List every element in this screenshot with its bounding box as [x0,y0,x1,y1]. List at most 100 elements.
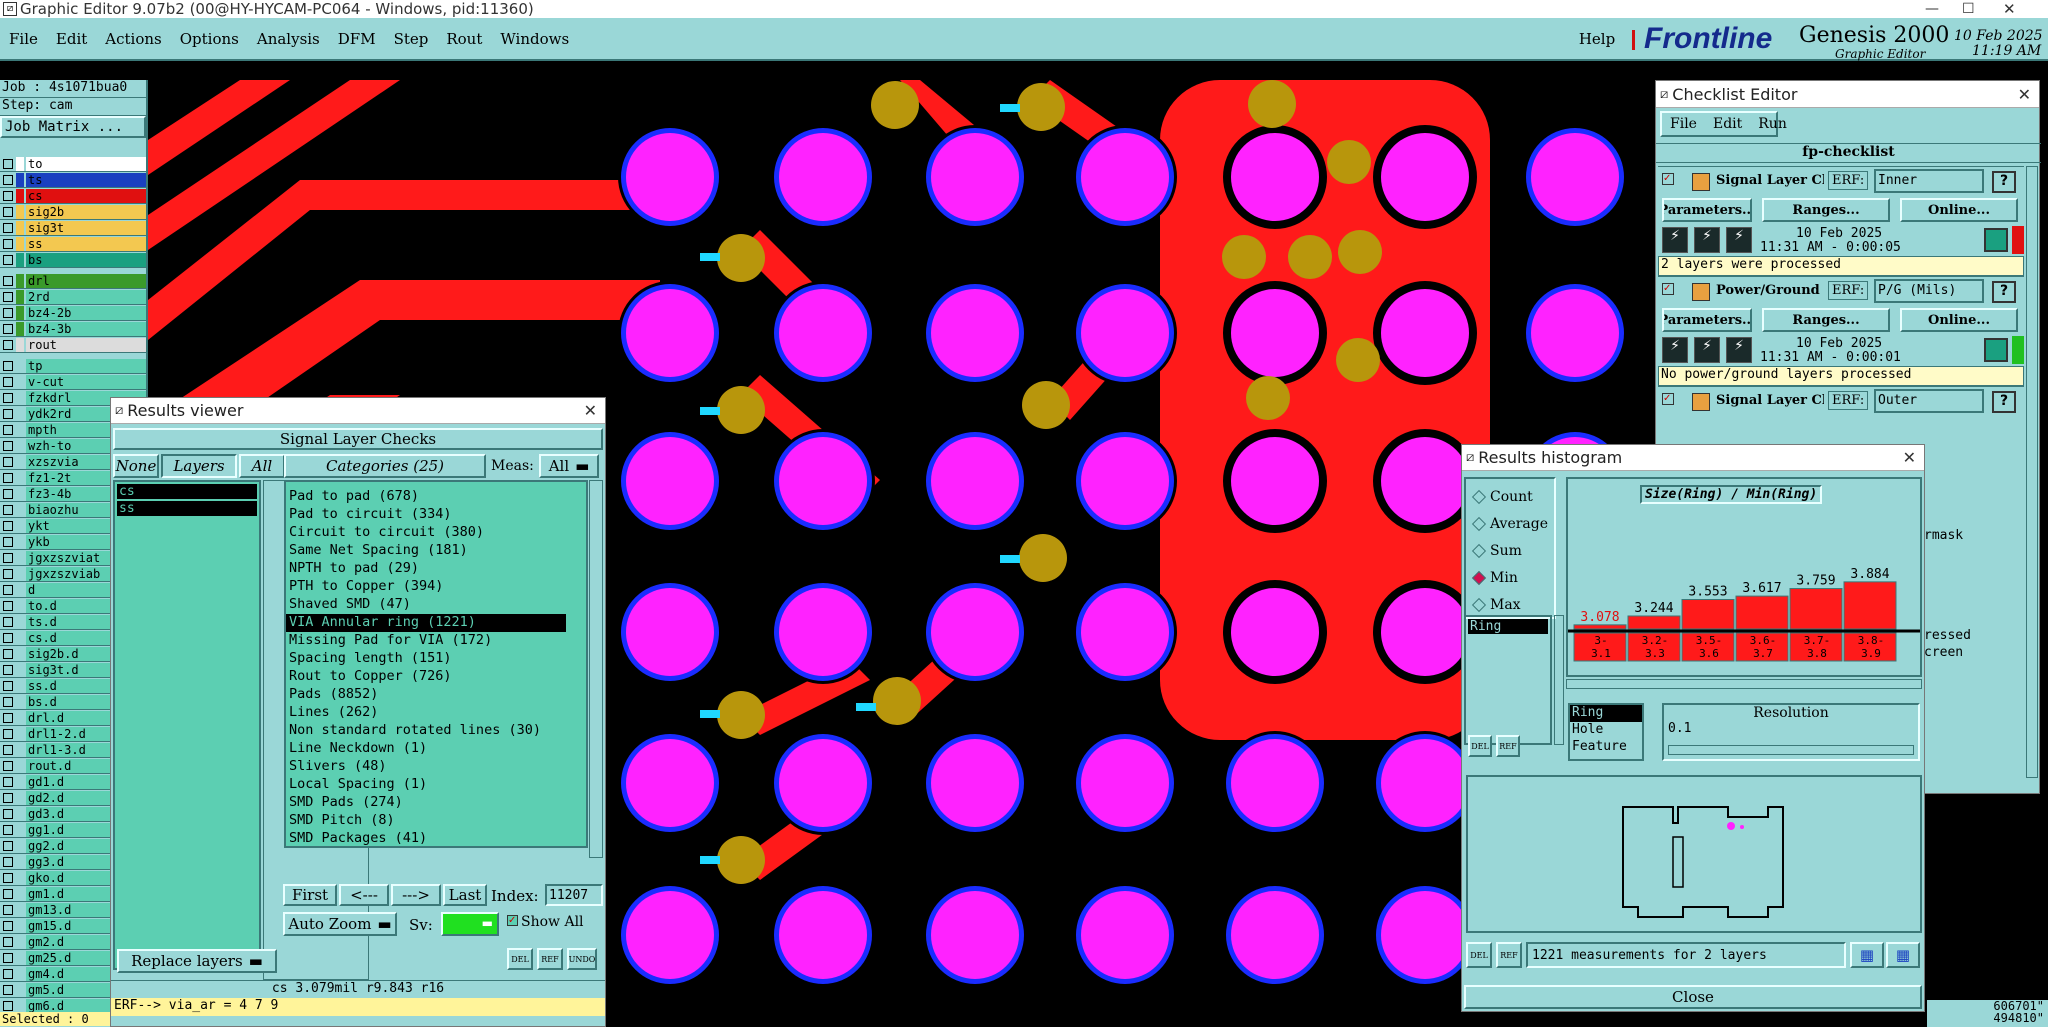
zoom-icon[interactable] [1984,228,2008,252]
graph-icon[interactable]: ▦ [1886,942,1920,968]
category-item[interactable]: SMD Packages (41) [286,830,586,846]
checklist-menu-run[interactable]: Run [1750,116,1795,132]
sv-color-select[interactable]: ▬ [441,912,499,936]
layer-row[interactable]: bz4-2b [0,305,146,321]
category-item[interactable]: Rout to Copper (726) [286,668,586,686]
measure-item[interactable]: Ring [1468,619,1548,634]
layer-checkbox[interactable] [3,254,13,265]
layer-checkbox[interactable] [3,792,13,803]
minimize-button[interactable]: — [1925,1,1939,17]
checklist-item[interactable]: ✓ Signal Layer Ch ERF: Outer? [1658,386,2024,416]
layer-checkbox[interactable] [3,488,13,499]
run-icon[interactable]: ⚡ [1726,337,1752,363]
histogram-bar[interactable] [1843,581,1897,630]
parameters-button[interactable]: Parameters... [1662,198,1752,222]
all-button[interactable]: All [239,454,285,478]
checklist-item[interactable]: ✓ Power/Ground C ERF: P/G (Mils)? [1658,276,2024,306]
layer-checkbox[interactable] [3,520,13,531]
layer-checkbox[interactable] [3,728,13,739]
categories-scrollbar[interactable] [589,480,603,858]
layer-checkbox[interactable] [3,920,13,931]
mode-average-radio[interactable]: Average [1468,510,1552,537]
hist-ref-button-2[interactable]: REF [1496,942,1522,968]
layer-checkbox[interactable] [3,968,13,979]
layer-checkbox[interactable] [3,1000,13,1011]
checklist-menu-edit[interactable]: Edit [1705,116,1750,132]
online-button[interactable]: Online... [1900,308,2018,332]
erf-value[interactable]: P/G (Mils) [1874,279,1984,303]
menu-actions[interactable]: Actions [96,30,170,48]
category-item[interactable]: SMD Pads (274) [286,794,586,812]
histogram-bar[interactable] [1681,599,1735,630]
close-button[interactable]: ✕ [2003,0,2016,18]
mode-max-radio[interactable]: Max [1468,591,1552,618]
menu-help[interactable]: Help [1572,27,1622,51]
menu-options[interactable]: Options [171,30,248,48]
layer-row[interactable]: sig3t [0,220,146,236]
menu-step[interactable]: Step [385,30,438,48]
layer-checkbox[interactable] [3,568,13,579]
layer-checkbox[interactable] [3,696,13,707]
menu-file[interactable]: File [0,30,47,48]
layer-checkbox[interactable] [3,584,13,595]
menu-windows[interactable]: Windows [491,30,578,48]
layer-checkbox[interactable] [3,616,13,627]
category-item[interactable]: Lines (262) [286,704,586,722]
layer-checkbox[interactable] [3,323,13,334]
attribute-list[interactable]: Ring Hole Feature [1568,703,1644,761]
category-item[interactable]: Line Neckdown (1) [286,740,586,758]
layer-checkbox[interactable] [3,888,13,899]
category-item[interactable]: Circuit to circuit (380) [286,524,586,542]
category-item[interactable]: Pads (8852) [286,686,586,704]
prev-button[interactable]: <--- [339,884,389,906]
layer-checkbox[interactable] [3,776,13,787]
next-button[interactable]: ---> [391,884,441,906]
job-matrix-button[interactable]: Job Matrix ... [0,116,146,138]
run-icon[interactable]: ⚡ [1662,227,1688,253]
menu-dfm[interactable]: DFM [329,30,385,48]
mode-count-radio[interactable]: Count [1468,483,1552,510]
mode-min-radio[interactable]: Min [1468,564,1552,591]
menu-rout[interactable]: Rout [437,30,491,48]
help-button[interactable]: ? [1992,281,2016,303]
layer-checkbox[interactable] [3,456,13,467]
layer-checkbox[interactable] [3,648,13,659]
maximize-button[interactable]: ☐ [1962,1,1975,17]
category-item[interactable]: Pad to pad (678) [286,488,586,506]
help-button[interactable]: ? [1992,391,2016,413]
layer-checkbox[interactable] [3,536,13,547]
histogram-close-icon[interactable]: ✕ [1903,448,1916,467]
layer-checkbox[interactable] [3,744,13,755]
layer-checkbox[interactable] [3,472,13,483]
layer-row[interactable]: to [0,156,146,172]
item-checkbox[interactable]: ✓ [1662,393,1674,405]
category-item[interactable]: NPTH to pad (29) [286,560,586,578]
layer-row[interactable]: sig2b [0,204,146,220]
meas-select[interactable]: All ▬ [539,454,599,478]
del-button[interactable]: DEL [507,948,533,970]
run-icon[interactable]: ⚡ [1662,337,1688,363]
item-checkbox[interactable]: ✓ [1662,173,1674,185]
layer-checkbox[interactable] [3,440,13,451]
layer-checkbox[interactable] [3,808,13,819]
layer-checkbox[interactable] [3,291,13,302]
layer-checkbox[interactable] [3,339,13,350]
layer-checkbox[interactable] [3,206,13,217]
category-item[interactable]: Slivers (48) [286,758,586,776]
layer-checkbox[interactable] [3,760,13,771]
layer-checkbox[interactable] [3,872,13,883]
layer-checkbox[interactable] [3,600,13,611]
category-item[interactable]: Shaved SMD (47) [286,596,586,614]
attribute-item[interactable]: Feature [1570,739,1642,756]
ranges-button[interactable]: Ranges... [1762,198,1890,222]
layer-row[interactable]: rout [0,337,146,353]
result-layer-item[interactable]: ss [117,501,257,516]
ref-button[interactable]: REF [537,948,563,970]
layer-checkbox[interactable] [3,680,13,691]
layer-row[interactable]: tp [0,358,146,374]
layer-row[interactable]: v-cut [0,374,146,390]
hist-ref-button[interactable]: REF [1496,735,1520,757]
item-checkbox[interactable]: ✓ [1662,283,1674,295]
histogram-close-button[interactable]: Close [1464,985,1922,1009]
layer-row[interactable]: bs [0,252,146,268]
